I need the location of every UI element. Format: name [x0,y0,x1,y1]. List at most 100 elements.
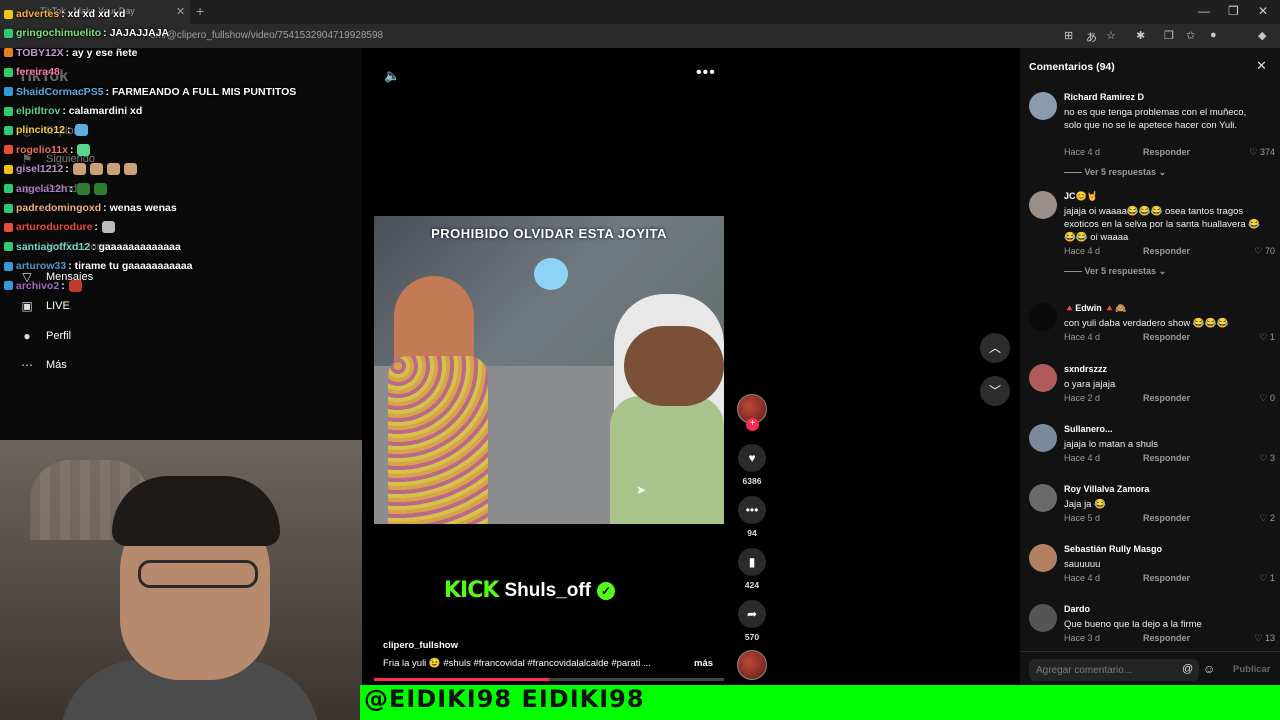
reply-button[interactable]: Responder [1143,513,1190,523]
nav-item-perfil[interactable]: ● Perfil [18,329,71,343]
bookmark-icon[interactable]: ▮ [738,548,766,576]
minimize-button[interactable]: — [1198,4,1210,18]
commenter-avatar[interactable] [1029,604,1057,632]
commenter-avatar[interactable] [1029,544,1057,572]
volume-icon[interactable]: 🔈 [384,68,400,84]
chat-username[interactable]: santiagoffxd12 [16,241,90,253]
chat-username[interactable]: plincito12 [16,124,65,136]
commenter-avatar[interactable] [1029,364,1057,392]
chat-username[interactable]: angela12h [16,183,67,195]
chat-message: elpitltrov: calamardini xd [4,105,142,117]
comment-like-button[interactable]: ♡ 1 [1259,573,1275,584]
bookmark-star-icon[interactable]: ☆ [1106,29,1116,42]
more-options-icon[interactable]: ••• [696,64,716,82]
comment-like-button[interactable]: ♡ 1 [1259,332,1275,343]
chat-username[interactable]: arturow33 [16,260,66,272]
previous-video-button[interactable]: ︿ [980,333,1010,363]
commenter-name[interactable]: JC😊🤘 [1064,191,1098,202]
favorites-icon[interactable]: ✩ [1186,29,1195,42]
comment-icon[interactable]: ••• [738,496,766,524]
save-action[interactable]: ▮ 424 [734,548,770,590]
view-replies-button[interactable]: —— Ver 5 respuestas ⌄ [1064,167,1166,178]
music-disc-button[interactable] [734,650,770,680]
commenter-avatar[interactable] [1029,92,1057,120]
chat-message: padredomingoxd: wenas wenas [4,202,177,214]
nav-item-live[interactable]: ▣ LIVE [18,299,70,313]
chat-username[interactable]: rogelio11x [16,144,68,156]
reply-button[interactable]: Responder [1143,633,1190,643]
translate-icon[interactable]: あ [1086,29,1097,45]
reply-button[interactable]: Responder [1143,573,1190,583]
heart-outline-icon: ♡ [1259,332,1270,342]
creator-avatar-button[interactable]: + [734,394,770,431]
chat-username[interactable]: gringochimuelito [16,27,101,39]
address-bar[interactable]: om/@clipero_fullshow/video/7541532904719… [0,24,1280,48]
chat-username[interactable]: advertes [16,8,59,20]
reply-button[interactable]: Responder [1143,393,1190,403]
commenter-avatar[interactable] [1029,484,1057,512]
chat-username[interactable]: elpitltrov [16,105,60,117]
sidebar-icon[interactable]: ❒ [1164,29,1174,42]
view-replies-button[interactable]: —— Ver 5 respuestas ⌄ [1064,266,1166,277]
maximize-button[interactable]: ❐ [1228,4,1239,18]
next-video-button[interactable]: ﹀ [980,376,1010,406]
commenter-avatar[interactable] [1029,303,1057,331]
comment-like-button[interactable]: ♡ 13 [1254,633,1275,644]
comment-like-button[interactable]: ♡ 374 [1249,147,1275,158]
video-author[interactable]: clipero_fullshow [383,640,458,651]
nav-item-m-s[interactable]: ⋯ Más [18,358,67,372]
share-icon[interactable]: ➦ [738,600,766,628]
tab-close-icon[interactable]: ✕ [176,5,185,18]
comment-input[interactable] [1029,659,1199,681]
chat-username[interactable]: gisel1212 [16,163,63,175]
comment-like-button[interactable]: ♡ 0 [1259,393,1275,404]
comment-time: Hace 2 d [1064,393,1101,403]
nav-item-label: Más [46,359,67,371]
like-action[interactable]: ♥ 6386 [734,444,770,486]
reply-button[interactable]: Responder [1143,453,1190,463]
chat-username[interactable]: padredomingoxd [16,202,101,214]
chat-username[interactable]: ShaidCormacPS5 [16,86,104,98]
commenter-name[interactable]: Roy Villalva Zamora [1064,484,1149,494]
caption-more-link[interactable]: más [694,658,713,669]
heart-icon[interactable]: ♥ [738,444,766,472]
commenter-name[interactable]: Dardo [1064,604,1090,614]
commenter-avatar[interactable] [1029,424,1057,452]
post-comment-button[interactable]: Publicar [1233,664,1271,675]
commenter-name[interactable]: sxndrszzz [1064,364,1107,374]
share-action[interactable]: ➦ 570 [734,600,770,642]
reply-button[interactable]: Responder [1143,332,1190,342]
nav-item-label: LIVE [46,300,70,312]
chat-message: advertes: xd xd xd xd [4,8,125,20]
comments-title: Comentarios (94) [1029,61,1115,73]
new-tab-button[interactable]: + [196,3,204,19]
extensions-icon[interactable]: ✱ [1136,29,1145,42]
chat-username[interactable]: arturodurodure [16,221,92,233]
comment-action[interactable]: ••• 94 [734,496,770,538]
video-player[interactable]: PROHIBIDO OLVIDAR ESTA JOYITA ➤ [374,216,724,524]
reply-button[interactable]: Responder [1143,147,1190,157]
emoji-icon[interactable]: ☺ [1203,662,1215,676]
comment-item: Roy Villalva Zamora Jaja ja 😂 Hace 5 d Resp… [1029,484,1275,527]
copilot-icon[interactable]: ◆ [1258,29,1266,42]
install-app-icon[interactable]: ⊞ [1064,29,1073,42]
chat-username[interactable]: fereira48 [16,66,60,78]
follow-plus-icon[interactable]: + [746,418,759,431]
video-caption: Fria la yuli 😉 #shuls #francovidal #fran… [383,658,651,669]
comment-like-button[interactable]: ♡ 70 [1254,246,1275,257]
chat-username[interactable]: archivo2 [16,280,59,292]
profile-avatar-icon[interactable]: ● [1210,29,1217,41]
reply-button[interactable]: Responder [1143,246,1190,256]
comment-like-button[interactable]: ♡ 3 [1259,453,1275,464]
commenter-name[interactable]: Richard Ramirez D [1064,92,1144,102]
chat-username[interactable]: TOBY12X [16,47,64,59]
comment-like-button[interactable]: ♡ 2 [1259,513,1275,524]
commenter-name[interactable]: Sullanero... [1064,424,1113,434]
commenter-name[interactable]: 🔺Edwin 🔺🙈 [1064,303,1127,314]
commenter-name[interactable]: Sebastián Rully Masgo [1064,544,1162,554]
close-comments-icon[interactable]: ✕ [1256,58,1267,74]
commenter-avatar[interactable] [1029,191,1057,219]
video-progress-bar[interactable] [374,678,724,681]
close-window-button[interactable]: ✕ [1258,4,1268,18]
mention-icon[interactable]: @ [1182,663,1193,675]
